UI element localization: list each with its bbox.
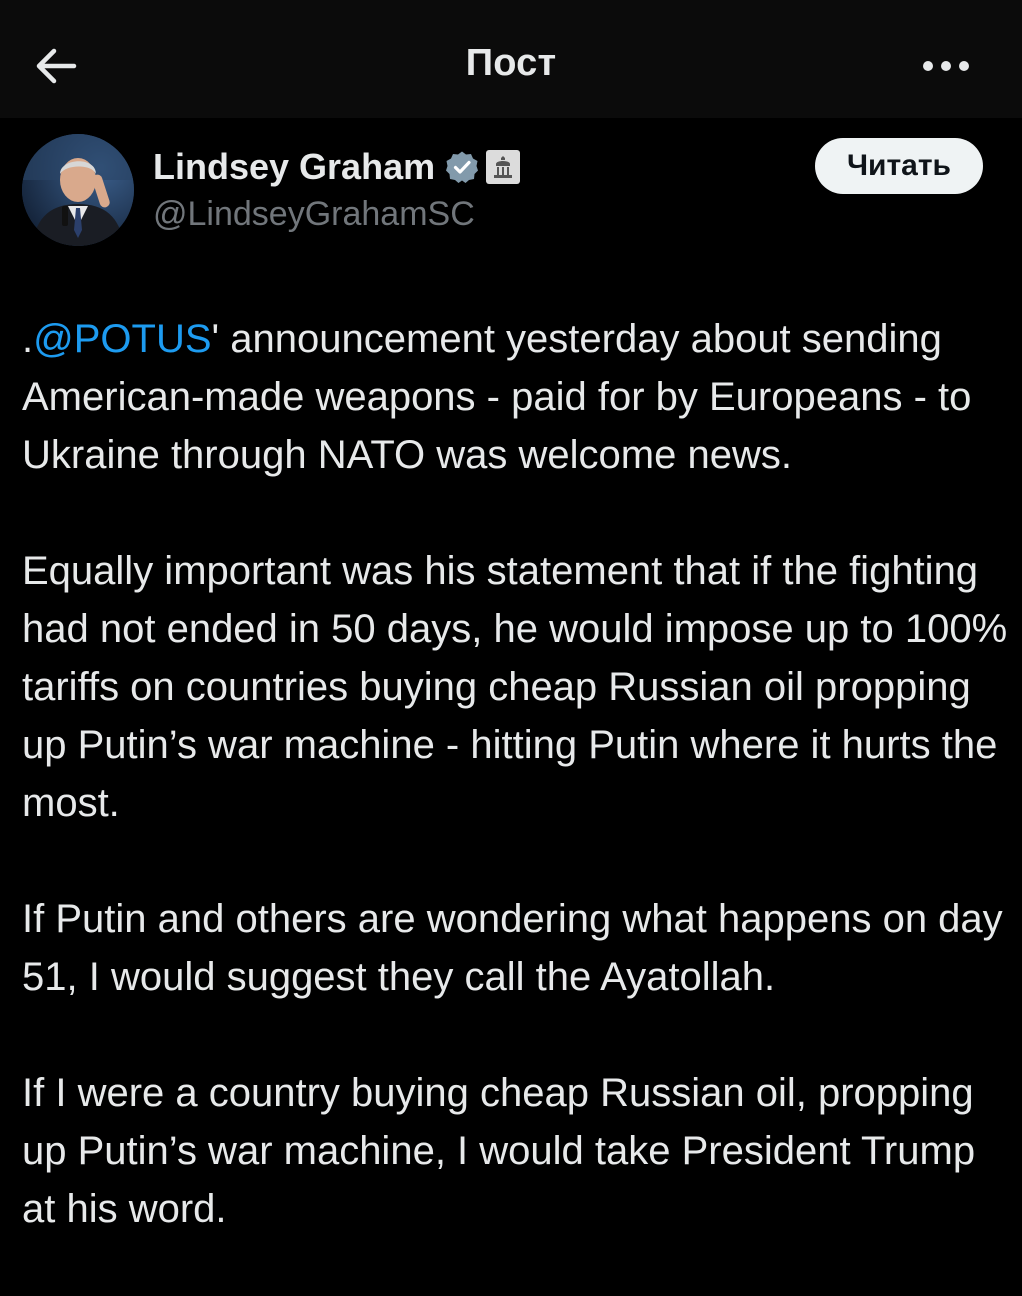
mention-link[interactable]: @POTUS — [33, 317, 211, 361]
author-name[interactable]: Lindsey Graham — [153, 146, 435, 188]
top-bar: Пост — [0, 0, 1022, 118]
author-name-row: Lindsey Graham — [153, 143, 521, 191]
more-horizontal-icon — [923, 61, 969, 71]
text-prefix: . — [22, 317, 34, 361]
government-building-icon — [485, 149, 521, 185]
page-title: Пост — [465, 42, 557, 84]
author-avatar[interactable] — [22, 134, 134, 246]
post-text: .@POTUS' announcement yesterday about se… — [22, 310, 1012, 1296]
post-paragraph: If Putin and others are wondering what h… — [22, 897, 1003, 999]
follow-button[interactable]: Читать — [815, 138, 983, 194]
post-paragraph: If I were a country buying cheap Russian… — [22, 1071, 976, 1231]
avatar-image — [22, 134, 134, 246]
post-paragraph: Equally important was his statement that… — [22, 549, 1008, 825]
author-handle[interactable]: @LindseyGrahamSC — [153, 195, 475, 234]
more-options-button[interactable] — [914, 44, 978, 88]
verified-icon — [445, 150, 479, 184]
post-paragraph: .@POTUS' announcement yesterday about se… — [22, 310, 1012, 484]
